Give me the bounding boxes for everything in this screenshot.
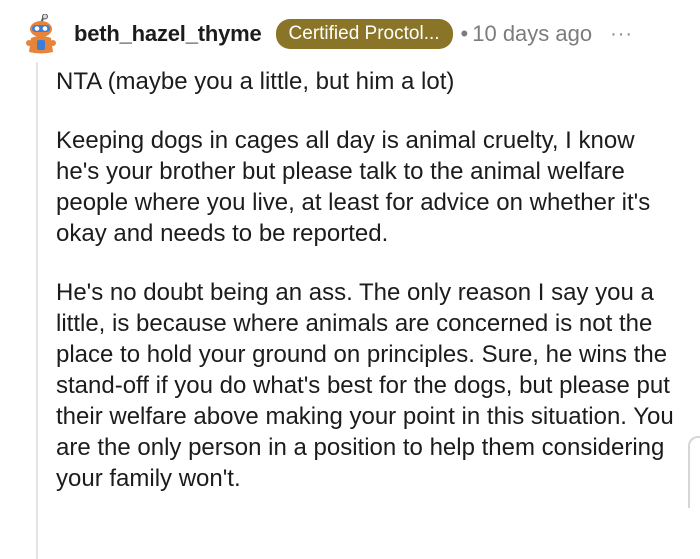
thread-line[interactable] — [36, 62, 38, 559]
comment-timestamp[interactable]: 10 days ago — [472, 21, 592, 47]
scroll-edge-indicator — [688, 436, 700, 508]
avatar-icon[interactable] — [24, 14, 58, 54]
comment-body: NTA (maybe you a little, but him a lot) … — [56, 66, 676, 522]
more-options-icon[interactable]: ··· — [610, 23, 633, 46]
comment-paragraph: NTA (maybe you a little, but him a lot) — [56, 68, 455, 95]
comment-header: beth_hazel_thyme Certified Proctol... • … — [24, 10, 692, 58]
meta-separator: • — [460, 21, 469, 46]
user-flair-badge: Certified Proctol... — [275, 19, 453, 49]
comment-paragraph: Keeping dogs in cages all day is animal … — [56, 127, 651, 247]
comment-paragraph: He's no doubt being an ass. The only rea… — [56, 279, 674, 492]
author-username[interactable]: beth_hazel_thyme — [74, 21, 262, 47]
